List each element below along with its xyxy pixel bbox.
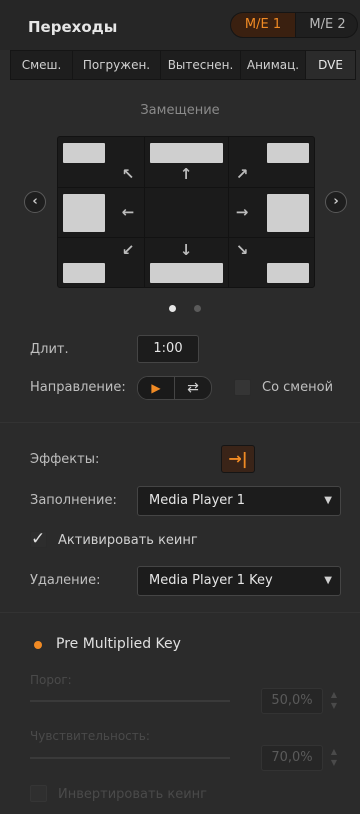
gain-label: Чувствительность: — [30, 729, 150, 743]
arrow-left-icon: ← — [121, 203, 135, 221]
tab-dve[interactable]: DVE — [306, 51, 355, 79]
clip-value-field[interactable]: 50,0% — [261, 688, 323, 714]
clip-slider[interactable] — [30, 700, 230, 702]
page-dot-active[interactable] — [169, 305, 176, 312]
direction-toggle: ▶ ⇄ — [137, 376, 212, 400]
key-source-label: Удаление: — [30, 573, 101, 588]
invert-key-checkbox[interactable] — [30, 785, 47, 802]
clip-stepper[interactable]: ▲ ▼ — [328, 689, 340, 713]
pre-multiplied-radio[interactable] — [34, 641, 42, 649]
enable-key-label: Активировать кеинг — [58, 533, 198, 548]
invert-key-label: Инвертировать кеинг — [58, 787, 207, 802]
transition-type-tabs: Смеш. Погружен. Вытеснен. Анимац. DVE — [10, 50, 356, 80]
chevron-down-icon: ▼ — [324, 575, 332, 586]
enable-key-checkbox[interactable]: ✓ — [30, 529, 47, 549]
arrow-down-right-icon: ↘ — [235, 241, 249, 259]
divider — [0, 612, 360, 613]
tab-dip[interactable]: Погружен. — [73, 51, 161, 79]
me2-button[interactable]: M/E 2 — [295, 13, 357, 37]
key-source-dropdown[interactable]: Media Player 1 Key ▼ — [137, 566, 341, 596]
gain-value-field[interactable]: 70,0% — [261, 745, 323, 771]
arrow-down-icon: ↓ — [179, 241, 193, 259]
page-dot[interactable] — [194, 305, 201, 312]
position-right[interactable] — [267, 194, 309, 232]
position-bottom-right[interactable] — [267, 263, 309, 283]
gain-stepper[interactable]: ▲ ▼ — [328, 746, 340, 770]
direction-label: Направление: — [30, 380, 126, 395]
position-grid: ↖ ↑ ↗ ← → ↙ ↓ ↘ — [57, 136, 315, 288]
arrow-up-icon: ↑ — [179, 165, 193, 183]
arrow-to-line-icon[interactable]: →| — [221, 445, 255, 473]
position-top-left[interactable] — [63, 143, 105, 163]
me-selector: M/E 1 M/E 2 — [230, 12, 358, 38]
reverse-icon[interactable]: ⇄ — [175, 377, 211, 399]
tab-stinger[interactable]: Анимац. — [241, 51, 306, 79]
duration-field[interactable]: 1:00 — [137, 335, 199, 363]
chevron-down-icon: ▼ — [324, 495, 332, 506]
arrow-up-left-icon: ↖ — [121, 165, 135, 183]
position-top[interactable] — [150, 143, 223, 163]
position-top-right[interactable] — [267, 143, 309, 163]
arrow-right-icon: → — [235, 203, 249, 221]
position-bottom[interactable] — [150, 263, 223, 283]
duration-label: Длит. — [30, 342, 69, 357]
pre-multiplied-label: Pre Multiplied Key — [56, 636, 181, 652]
fill-value: Media Player 1 — [149, 493, 246, 508]
flip-flop-checkbox[interactable] — [234, 379, 251, 396]
play-icon[interactable]: ▶ — [138, 377, 175, 399]
check-icon: ✓ — [31, 529, 46, 549]
position-title: Замещение — [140, 103, 220, 118]
tab-mix[interactable]: Смеш. — [11, 51, 73, 79]
tab-wipe[interactable]: Вытеснен. — [161, 51, 241, 79]
gain-slider[interactable] — [30, 757, 230, 759]
arrow-up-right-icon: ↗ — [235, 165, 249, 183]
panel-title: Переходы — [28, 18, 118, 36]
fill-dropdown[interactable]: Media Player 1 ▼ — [137, 486, 341, 516]
position-bottom-left[interactable] — [63, 263, 105, 283]
me1-button[interactable]: M/E 1 — [231, 13, 295, 37]
divider — [0, 422, 360, 423]
fill-label: Заполнение: — [30, 493, 117, 508]
flip-flop-label: Со сменой — [262, 380, 334, 395]
position-left[interactable] — [63, 194, 105, 232]
arrow-down-left-icon: ↙ — [121, 241, 135, 259]
chevron-left-icon[interactable]: ‹ — [24, 191, 46, 213]
clip-label: Порог: — [30, 673, 72, 687]
chevron-right-icon[interactable]: › — [325, 191, 347, 213]
effects-label: Эффекты: — [30, 452, 100, 467]
key-source-value: Media Player 1 Key — [149, 573, 273, 588]
